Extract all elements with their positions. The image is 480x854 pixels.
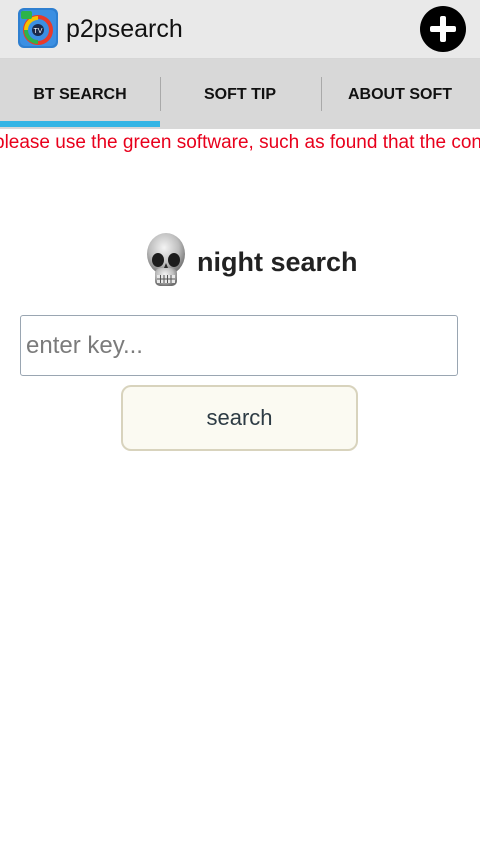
search-button[interactable]: search (121, 385, 358, 451)
search-input[interactable] (20, 315, 458, 376)
add-button[interactable] (420, 6, 466, 52)
active-tab-indicator (0, 121, 160, 127)
skull-icon (147, 233, 185, 286)
search-title: night search (197, 247, 358, 277)
app-title: p2psearch (66, 15, 183, 43)
action-bar: TV p2psearch (0, 0, 480, 59)
tab-bt-search[interactable]: BT SEARCH (0, 59, 160, 129)
notice-marquee: please use the green software, such as f… (0, 131, 480, 157)
notice-text: please use the green software, such as f… (0, 132, 480, 153)
app-logo-icon[interactable]: TV (18, 8, 58, 48)
tab-about-soft[interactable]: ABOUT SOFT (320, 59, 480, 129)
tab-soft-tip[interactable]: SOFT TIP (160, 59, 320, 129)
app-screen: TV p2psearch BT SEARCH SOFT TIP ABOUT SO… (0, 0, 480, 854)
search-heading: night search (0, 232, 480, 294)
tab-bar: BT SEARCH SOFT TIP ABOUT SOFT (0, 59, 480, 129)
svg-text:TV: TV (34, 28, 43, 35)
